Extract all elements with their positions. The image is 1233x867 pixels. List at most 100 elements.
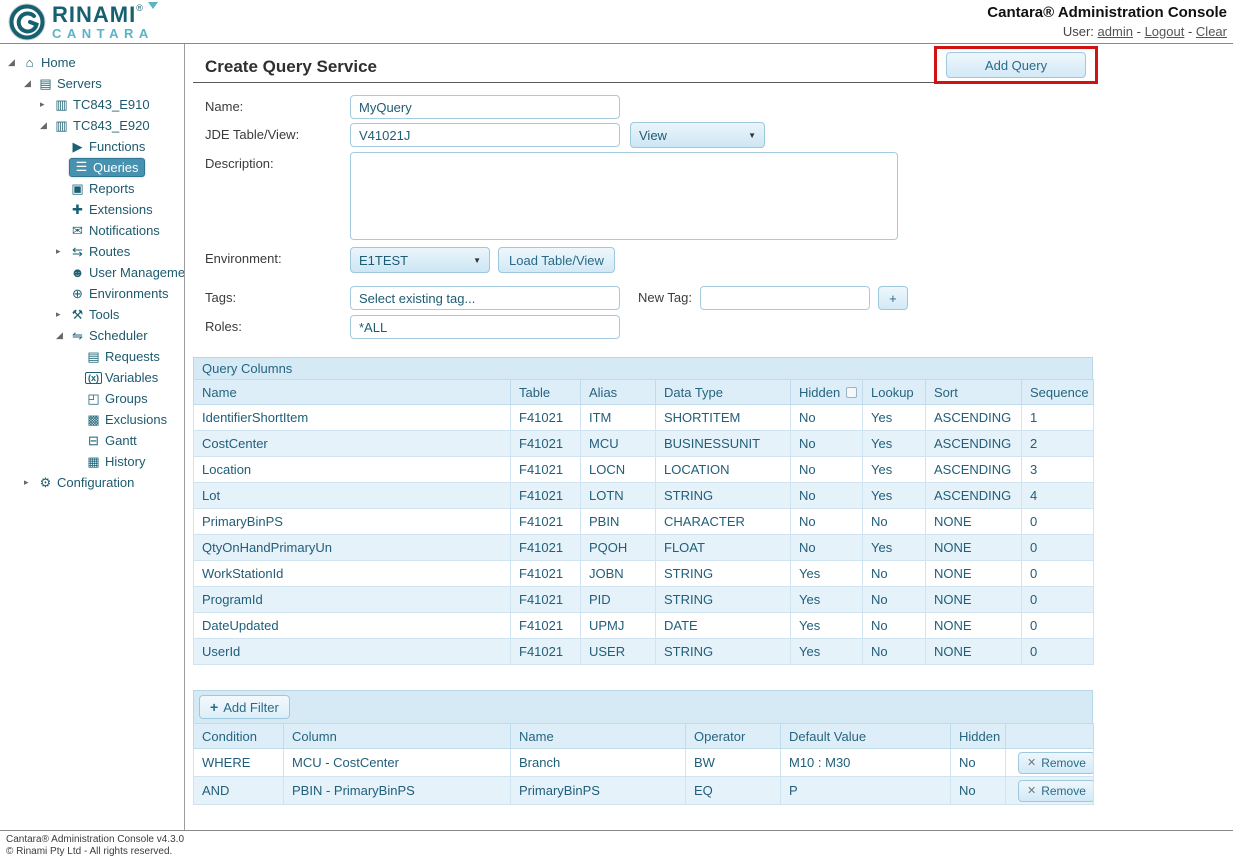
- cell-sequence: 0: [1022, 509, 1094, 535]
- cell-actions: ✕ Remove: [1006, 749, 1094, 777]
- sidebar-item-functions[interactable]: ▶ Functions: [56, 136, 184, 157]
- table-row[interactable]: WorkStationIdF41021JOBNSTRINGYesNoNONE0: [194, 561, 1094, 587]
- home-icon: ⌂: [21, 55, 38, 70]
- cell-table: F41021: [511, 561, 581, 587]
- red-annotation-box: Add Query: [934, 46, 1098, 84]
- collapse-arrow-icon[interactable]: ▸: [56, 246, 69, 257]
- sidebar-item-routes[interactable]: ▸ ⇆ Routes: [56, 241, 184, 262]
- filter-row[interactable]: AND PBIN - PrimaryBinPS PrimaryBinPS EQ …: [194, 777, 1094, 805]
- collapse-arrow-icon[interactable]: ▸: [40, 99, 53, 110]
- table-row[interactable]: CostCenterF41021MCUBUSINESSUNITNoYesASCE…: [194, 431, 1094, 457]
- cell-sort: ASCENDING: [926, 431, 1022, 457]
- tags-input[interactable]: [350, 286, 620, 310]
- sidebar-item-label: Groups: [102, 391, 148, 406]
- table-view-type-select[interactable]: View ▼: [630, 122, 765, 148]
- table-row[interactable]: LotF41021LOTNSTRINGNoYesASCENDING4: [194, 483, 1094, 509]
- sidebar-item-history[interactable]: ▦ History: [72, 451, 184, 472]
- environment-value: E1TEST: [359, 253, 408, 268]
- remove-filter-button[interactable]: ✕ Remove: [1018, 780, 1094, 802]
- sidebar-item-home[interactable]: ◢ ⌂ Home: [8, 52, 184, 73]
- cell-sort: NONE: [926, 535, 1022, 561]
- cell-sort: NONE: [926, 509, 1022, 535]
- description-textarea[interactable]: [350, 152, 898, 240]
- table-row[interactable]: DateUpdatedF41021UPMJDATEYesNoNONE0: [194, 613, 1094, 639]
- sidebar-item-servers[interactable]: ◢ ▤ Servers: [24, 73, 184, 94]
- cell-alias: JOBN: [581, 561, 656, 587]
- sidebar-item-groups[interactable]: ◰ Groups: [72, 388, 184, 409]
- hidden-all-checkbox[interactable]: [846, 387, 857, 398]
- cell-alias: PBIN: [581, 509, 656, 535]
- remove-filter-button[interactable]: ✕ Remove: [1018, 752, 1094, 774]
- sidebar-item-label: Scheduler: [86, 328, 148, 343]
- table-row[interactable]: QtyOnHandPrimaryUnF41021PQOHFLOATNoYesNO…: [194, 535, 1094, 561]
- registered-mark: ®: [136, 3, 143, 13]
- cell-sequence: 0: [1022, 587, 1094, 613]
- selected-item-highlight[interactable]: ☰ Queries: [69, 158, 145, 177]
- sidebar-item-exclusions[interactable]: ▩ Exclusions: [72, 409, 184, 430]
- cell-default-value: M10 : M30: [781, 749, 951, 777]
- request-file-icon: ▤: [85, 349, 102, 365]
- expand-arrow-icon[interactable]: ◢: [8, 57, 21, 68]
- roles-input[interactable]: [350, 315, 620, 339]
- column-header-sequence: Sequence: [1022, 380, 1094, 405]
- sidebar-item-reports[interactable]: ▣ Reports: [56, 178, 184, 199]
- cell-name: PrimaryBinPS: [194, 509, 511, 535]
- add-tag-button[interactable]: +: [878, 286, 908, 310]
- new-tag-input[interactable]: [700, 286, 870, 310]
- collapse-arrow-icon[interactable]: ▸: [56, 309, 69, 320]
- column-header-data-type: Data Type: [656, 380, 791, 405]
- table-row[interactable]: IdentifierShortItemF41021ITMSHORTITEMNoY…: [194, 405, 1094, 431]
- name-input[interactable]: [350, 95, 620, 119]
- collapse-arrow-icon[interactable]: ▸: [24, 477, 37, 488]
- user-name-link[interactable]: admin: [1098, 24, 1133, 39]
- sidebar-item-gantt[interactable]: ⊟ Gantt: [72, 430, 184, 451]
- table-row[interactable]: UserIdF41021USERSTRINGYesNoNONE0: [194, 639, 1094, 665]
- clear-link[interactable]: Clear: [1196, 24, 1227, 39]
- sidebar-item-tools[interactable]: ▸ ⚒ Tools: [56, 304, 184, 325]
- cell-operator: BW: [686, 749, 781, 777]
- sidebar-item-notifications[interactable]: ✉ Notifications: [56, 220, 184, 241]
- user-prefix-label: User:: [1063, 24, 1094, 39]
- sidebar-item-scheduler[interactable]: ◢ ⇋ Scheduler: [56, 325, 184, 346]
- sidebar-item-variables[interactable]: (x) Variables: [72, 367, 184, 388]
- cell-name: UserId: [194, 639, 511, 665]
- expand-arrow-icon[interactable]: ◢: [40, 120, 53, 131]
- filter-header-default-value: Default Value: [781, 724, 951, 749]
- sidebar-item-configuration[interactable]: ▸ ⚙ Configuration: [24, 472, 184, 493]
- sidebar-item-requests[interactable]: ▤ Requests: [72, 346, 184, 367]
- cell-condition: WHERE: [194, 749, 284, 777]
- table-row[interactable]: PrimaryBinPSF41021PBINCHARACTERNoNoNONE0: [194, 509, 1094, 535]
- cell-table: F41021: [511, 509, 581, 535]
- sidebar-item-extensions[interactable]: ✚ Extensions: [56, 199, 184, 220]
- cell-hidden: No: [791, 483, 863, 509]
- tags-label: Tags:: [205, 286, 350, 305]
- plus-icon: +: [210, 699, 218, 715]
- sidebar-item-environments[interactable]: ⊕ Environments: [56, 283, 184, 304]
- table-row[interactable]: ProgramIdF41021PIDSTRINGYesNoNONE0: [194, 587, 1094, 613]
- cell-data-type: BUSINESSUNIT: [656, 431, 791, 457]
- cell-hidden: No: [951, 777, 1006, 805]
- chevron-down-icon: ▼: [748, 131, 756, 140]
- close-icon: ✕: [1027, 784, 1036, 797]
- remove-label: Remove: [1041, 784, 1086, 798]
- add-query-button[interactable]: Add Query: [946, 52, 1086, 78]
- sidebar-item-tc843-e910[interactable]: ▸ ▥ TC843_E910: [40, 94, 184, 115]
- environment-select[interactable]: E1TEST ▼: [350, 247, 490, 273]
- sidebar-item-queries[interactable]: ☰ Queries: [56, 157, 184, 178]
- add-filter-button[interactable]: + Add Filter: [199, 695, 290, 719]
- expand-arrow-icon[interactable]: ◢: [24, 78, 37, 89]
- sidebar-item-tc843-e920[interactable]: ◢ ▥ TC843_E920: [40, 115, 184, 136]
- logout-link[interactable]: Logout: [1145, 24, 1185, 39]
- cell-hidden: No: [791, 431, 863, 457]
- variable-icon: (x): [85, 372, 102, 384]
- sidebar-item-user-management[interactable]: ☻ User Management: [56, 262, 184, 283]
- expand-arrow-icon[interactable]: ◢: [56, 330, 69, 341]
- table-row[interactable]: LocationF41021LOCNLOCATIONNoYesASCENDING…: [194, 457, 1094, 483]
- sidebar-item-label: Servers: [54, 76, 102, 91]
- cell-name: Branch: [511, 749, 686, 777]
- cell-data-type: DATE: [656, 613, 791, 639]
- load-table-view-button[interactable]: Load Table/View: [498, 247, 615, 273]
- jde-table-view-input[interactable]: [350, 123, 620, 147]
- filter-row[interactable]: WHERE MCU - CostCenter Branch BW M10 : M…: [194, 749, 1094, 777]
- cell-sequence: 0: [1022, 613, 1094, 639]
